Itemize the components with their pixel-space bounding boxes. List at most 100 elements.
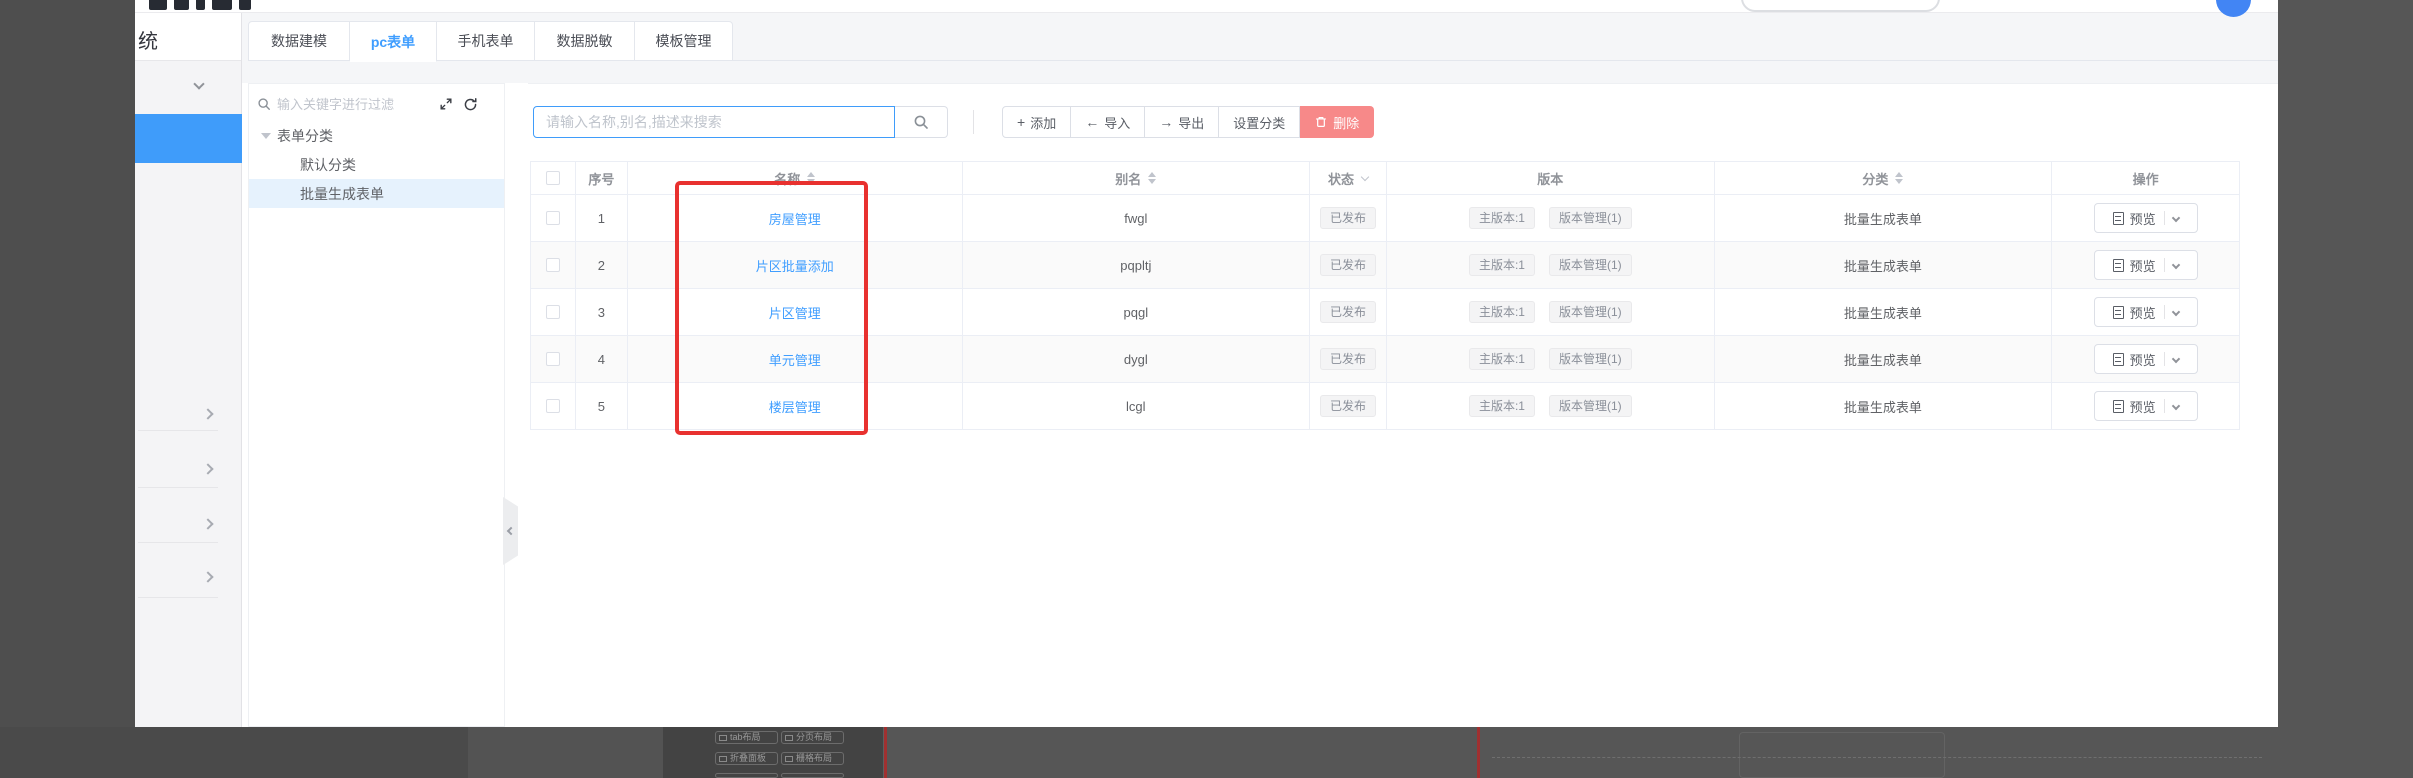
divider (138, 430, 218, 431)
chevron-down-icon[interactable] (2171, 213, 2180, 223)
preview-split-button[interactable]: 预览 (2093, 203, 2198, 233)
chevron-down-icon[interactable] (2171, 401, 2180, 411)
status-badge: 已发布 (1320, 301, 1377, 323)
sidebar-title: 统 (138, 31, 158, 53)
divider (138, 542, 218, 543)
dimmed-background (468, 727, 663, 778)
list-search-field (533, 106, 895, 138)
header-actions: 操作 (2132, 171, 2159, 187)
tab-template-mgmt[interactable]: 模板管理 (635, 21, 733, 61)
preview-split-button[interactable]: 预览 (2093, 391, 2198, 421)
refresh-icon[interactable] (461, 95, 479, 113)
main-version-badge[interactable]: 主版本:1 (1468, 207, 1535, 229)
preview-split-button[interactable]: 预览 (2093, 297, 2198, 327)
row-checkbox[interactable] (545, 305, 560, 319)
search-button[interactable] (895, 106, 948, 138)
version-manage-badge[interactable]: 版本管理(1) (1548, 348, 1632, 370)
panel-collapse-handle[interactable] (503, 497, 518, 565)
tree-node-batch-forms[interactable]: 批量生成表单 (249, 179, 504, 208)
captured-window: 统 数据建模 pc表单 手机表单 数据脱敏 模板管理 输入关键字进行过滤 表单分… (135, 0, 2278, 727)
version-manage-badge[interactable]: 版本管理(1) (1548, 301, 1632, 323)
sidebar-item-collapsed[interactable] (135, 388, 242, 443)
sidebar-item-active[interactable] (135, 114, 242, 163)
main-version-badge[interactable]: 主版本:1 (1468, 348, 1535, 370)
header-status[interactable]: 状态 (1310, 162, 1387, 194)
header-index: 序号 (576, 162, 628, 194)
chevron-down-icon[interactable] (2171, 260, 2180, 270)
trash-icon (1316, 117, 1327, 127)
divider (138, 487, 218, 488)
palette-item-collapse-panel: 折叠面板 (715, 752, 778, 765)
preview-split-button[interactable]: 预览 (2093, 250, 2198, 280)
chevron-right-icon (202, 408, 214, 420)
delete-button-label: 删除 (1333, 115, 1360, 131)
list-search-input[interactable] (534, 114, 894, 130)
dimmed-red-border-left (884, 727, 887, 778)
tab-data-modeling[interactable]: 数据建模 (248, 21, 350, 61)
sort-icon[interactable] (1895, 172, 1904, 184)
form-alias: lcgl (963, 383, 1311, 429)
palette-item-tab-layout: tab布局 (715, 731, 778, 744)
chevron-right-icon (202, 463, 214, 475)
plus-icon: + (1017, 114, 1026, 130)
chevron-down-icon (193, 78, 205, 90)
preview-label: 预览 (2129, 352, 2156, 368)
document-icon (2112, 258, 2124, 272)
tree-node-root[interactable]: 表单分类 (249, 121, 504, 150)
topbar-search-input[interactable] (1741, 0, 1940, 12)
select-all-checkbox[interactable] (545, 171, 560, 185)
sidebar-collapse-toggle[interactable] (193, 75, 205, 93)
divider (973, 110, 974, 134)
preview-split-button[interactable]: 预览 (2093, 344, 2198, 374)
dimmed-component-palette: tab布局 分页布局 折叠面板 栅格布局 (663, 727, 884, 778)
version-manage-badge[interactable]: 版本管理(1) (1548, 254, 1632, 276)
form-category: 批量生成表单 (1715, 336, 2053, 382)
tab-data-masking[interactable]: 数据脱敏 (535, 21, 635, 61)
sidebar-item-collapsed[interactable] (135, 443, 242, 498)
search-icon (258, 98, 270, 110)
main-version-badge[interactable]: 主版本:1 (1468, 395, 1535, 417)
header-alias[interactable]: 别名 (963, 162, 1311, 194)
status-badge: 已发布 (1320, 207, 1377, 229)
chevron-right-icon (202, 571, 214, 583)
version-manage-badge[interactable]: 版本管理(1) (1548, 395, 1632, 417)
delete-button[interactable]: 删除 (1300, 106, 1375, 138)
preview-label: 预览 (2129, 258, 2156, 274)
header-category[interactable]: 分类 (1715, 162, 2053, 194)
overlay-dim-right (2278, 0, 2413, 727)
tree-node-label: 默认分类 (300, 156, 356, 173)
dimmed-red-border-right (1477, 727, 1480, 778)
arrow-right-icon: → (1159, 114, 1174, 130)
tab-mobile-form[interactable]: 手机表单 (437, 21, 535, 61)
row-checkbox[interactable] (545, 352, 560, 366)
set-category-button[interactable]: 设置分类 (1219, 106, 1301, 138)
status-badge: 已发布 (1320, 254, 1377, 276)
dimmed-box (1739, 732, 1945, 778)
form-category: 批量生成表单 (1715, 383, 2053, 429)
row-checkbox[interactable] (545, 399, 560, 413)
main-version-badge[interactable]: 主版本:1 (1468, 254, 1535, 276)
expand-all-icon[interactable] (437, 95, 455, 113)
tree-filter-input[interactable] (277, 96, 437, 112)
form-category: 批量生成表单 (1715, 195, 2053, 241)
chevron-down-icon[interactable] (2171, 354, 2180, 364)
add-button[interactable]: + 添加 (1002, 106, 1072, 138)
chevron-down-icon[interactable] (2171, 307, 2180, 317)
version-manage-badge[interactable]: 版本管理(1) (1548, 207, 1632, 229)
export-button[interactable]: → 导出 (1145, 106, 1220, 138)
row-checkbox[interactable] (545, 211, 560, 225)
tree-node-default-category[interactable]: 默认分类 (249, 150, 504, 179)
document-icon (2112, 211, 2124, 225)
category-tree-panel: 表单分类 默认分类 批量生成表单 (248, 83, 505, 727)
import-button[interactable]: ← 导入 (1071, 106, 1146, 138)
row-checkbox[interactable] (545, 258, 560, 272)
tab-bar: 数据建模 pc表单 手机表单 数据脱敏 模板管理 (248, 21, 2278, 62)
add-button-label: 添加 (1030, 115, 1057, 131)
main-version-badge[interactable]: 主版本:1 (1468, 301, 1535, 323)
sidebar-item-collapsed[interactable] (135, 498, 242, 553)
status-badge: 已发布 (1320, 395, 1377, 417)
sort-icon[interactable] (1148, 172, 1157, 184)
form-alias: pqgl (963, 289, 1311, 335)
tab-pc-form[interactable]: pc表单 (350, 21, 437, 62)
filter-caret-icon[interactable] (1360, 172, 1370, 181)
